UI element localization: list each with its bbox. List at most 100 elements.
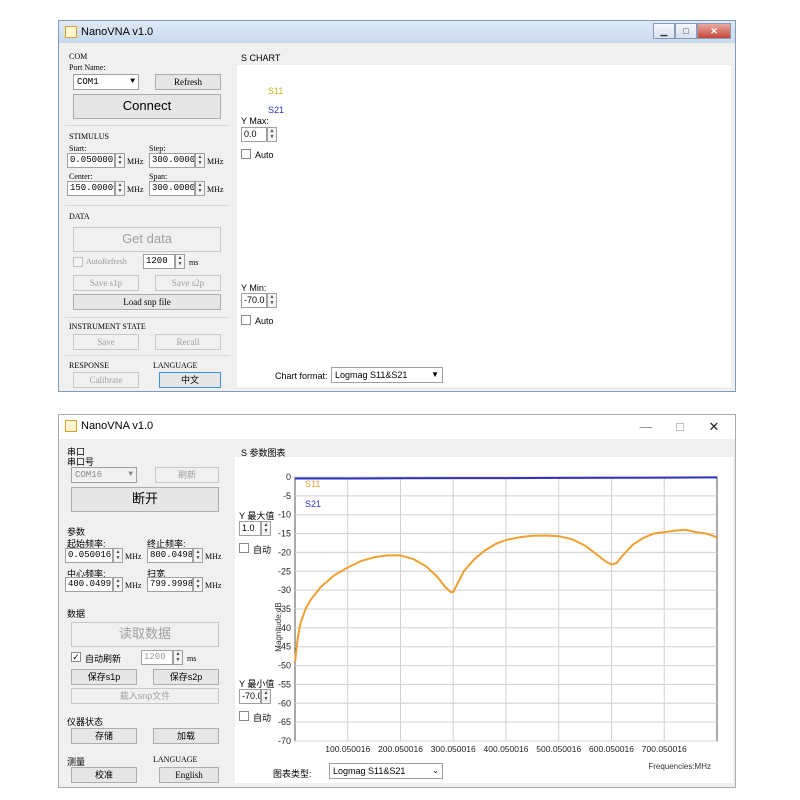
window-title: NanoVNA v1.0 <box>81 420 154 432</box>
x-tick-label: 300.050016 <box>431 744 476 754</box>
connect-button[interactable]: Connect <box>73 94 221 119</box>
center-input[interactable]: 150.000000 <box>67 181 115 196</box>
data-group-label: DATA <box>69 212 90 221</box>
y-axis-label: Magnitude:dB <box>274 602 283 651</box>
maximize-button[interactable]: □ <box>675 23 697 39</box>
refresh-button[interactable]: Refresh <box>155 74 221 90</box>
start-spinner[interactable]: ▲ ▼ <box>115 153 125 168</box>
app-icon <box>65 420 77 432</box>
ymin-input[interactable]: -70.0 <box>241 293 267 308</box>
close-button[interactable]: ✕ <box>697 23 731 39</box>
y-tick-label: -60 <box>278 698 291 708</box>
x-tick-label: 700.050016 <box>642 744 687 754</box>
save-s2p-button[interactable]: 保存s2p <box>153 669 219 685</box>
x-tick-label: 100.050016 <box>325 744 370 754</box>
span-input[interactable]: 300.000000 <box>149 181 195 196</box>
maximize-button[interactable]: □ <box>663 418 697 436</box>
legend-s21: S21 <box>305 499 321 509</box>
divider <box>65 205 229 206</box>
step-unit: MHz <box>205 552 222 561</box>
divider <box>65 125 229 126</box>
port-select[interactable]: COM16 ▼ <box>71 467 137 483</box>
chart-panel <box>237 65 731 387</box>
ymax-input[interactable]: 0.0 <box>241 127 267 142</box>
instrument-group-label: INSTRUMENT STATE <box>69 322 146 331</box>
y-tick-label: -10 <box>278 510 291 520</box>
interval-spinner[interactable]: ▲ ▼ <box>173 650 183 665</box>
autorefresh-label: AutoRefresh <box>86 257 127 266</box>
chart-format-select[interactable]: Logmag S11&S21 ▼ <box>331 367 443 383</box>
ymin-spinner[interactable]: ▲ ▼ <box>267 293 277 308</box>
step-input[interactable]: 300.000000 <box>149 153 195 168</box>
start-input[interactable]: 0.050000 <box>67 153 115 168</box>
save-s2p-button[interactable]: Save s2p <box>155 275 221 291</box>
center-spinner[interactable]: ▲ ▼ <box>113 577 123 592</box>
center-spinner[interactable]: ▲ ▼ <box>115 181 125 196</box>
span-spinner[interactable]: ▲ ▼ <box>195 181 205 196</box>
ymax-spinner[interactable]: ▲ ▼ <box>267 127 277 142</box>
start-input[interactable]: 0.050016 <box>65 548 113 563</box>
save-s1p-button[interactable]: Save s1p <box>73 275 139 291</box>
interval-input[interactable]: 1200 <box>141 650 173 665</box>
center-input[interactable]: 400.049916 <box>65 577 113 592</box>
y-tick-label: -50 <box>278 661 291 671</box>
recall-button[interactable]: 加载 <box>153 728 219 744</box>
autorefresh-checkbox[interactable]: ✓ <box>71 652 81 662</box>
autorefresh-label: 自动刷新 <box>85 654 122 664</box>
language-group-label: LANGUAGE <box>153 361 198 370</box>
step-input[interactable]: 800.049816 <box>147 548 193 563</box>
refresh-button[interactable]: 刷新 <box>155 467 219 483</box>
calibrate-button[interactable]: 校准 <box>71 767 137 783</box>
y-tick-label: -20 <box>278 547 291 557</box>
interval-input[interactable]: 1200 <box>143 254 175 269</box>
instrument-group-label: 仪器状态 <box>67 717 104 727</box>
app-icon <box>65 26 77 38</box>
get-data-button[interactable]: Get data <box>73 227 221 252</box>
x-tick-label: 500.050016 <box>536 744 581 754</box>
legend-s21: S21 <box>268 105 285 115</box>
data-group-label: 数据 <box>67 609 86 619</box>
autorefresh-checkbox[interactable] <box>73 257 83 267</box>
language-button[interactable]: 中文 <box>159 372 221 388</box>
divider <box>65 317 229 318</box>
ymin-auto-checkbox[interactable] <box>241 315 251 325</box>
load-snp-button[interactable]: Load snp file <box>73 294 221 310</box>
ymax-auto-checkbox[interactable] <box>241 149 251 159</box>
center-label: Center: <box>69 172 93 181</box>
save-state-button[interactable]: Save <box>73 334 139 350</box>
divider <box>65 355 229 356</box>
step-spinner[interactable]: ▲ ▼ <box>195 153 205 168</box>
step-spinner[interactable]: ▲ ▼ <box>193 548 203 563</box>
y-tick-label: -65 <box>278 717 291 727</box>
x-tick-label: 200.050016 <box>378 744 423 754</box>
legend-s11: S11 <box>268 86 284 96</box>
save-state-button[interactable]: 存储 <box>71 728 137 744</box>
close-button[interactable]: ✕ <box>697 418 731 436</box>
port-select[interactable]: COM1 ▼ <box>73 74 139 90</box>
save-s1p-button[interactable]: 保存s1p <box>71 669 137 685</box>
calibrate-button[interactable]: Calibrate <box>73 372 139 388</box>
minimize-button[interactable]: ▁ <box>653 23 675 39</box>
chevron-down-icon: ▼ <box>130 77 135 86</box>
get-data-button[interactable]: 读取数据 <box>71 622 219 647</box>
interval-unit: ms <box>187 654 197 663</box>
chevron-down-icon: ▼ <box>128 470 133 479</box>
window-chinese: NanoVNA v1.0 — □ ✕ 串口 串口号 COM16 ▼ 刷新 断开 参… <box>58 414 736 788</box>
y-tick-label: -70 <box>278 736 291 746</box>
chevron-down-icon: ▼ <box>431 370 439 379</box>
interval-spinner[interactable]: ▲ ▼ <box>175 254 185 269</box>
step-unit: MHz <box>207 157 224 166</box>
recall-button[interactable]: Recall <box>155 334 221 350</box>
y-tick-label: -5 <box>283 491 291 501</box>
language-button[interactable]: English <box>159 767 219 783</box>
load-snp-button[interactable]: 载入snp文件 <box>71 688 219 704</box>
ymin-label: Y Min: <box>241 283 267 293</box>
connect-button[interactable]: 断开 <box>71 487 219 512</box>
ymax-auto-label: Auto <box>255 150 274 160</box>
legend-s11: S11 <box>305 479 320 489</box>
start-spinner[interactable]: ▲ ▼ <box>113 548 123 563</box>
span-spinner[interactable]: ▲ ▼ <box>193 577 203 592</box>
minimize-button[interactable]: — <box>629 418 663 436</box>
span-input[interactable]: 799.999800 <box>147 577 193 592</box>
stimulus-group-label: STIMULUS <box>69 132 110 141</box>
